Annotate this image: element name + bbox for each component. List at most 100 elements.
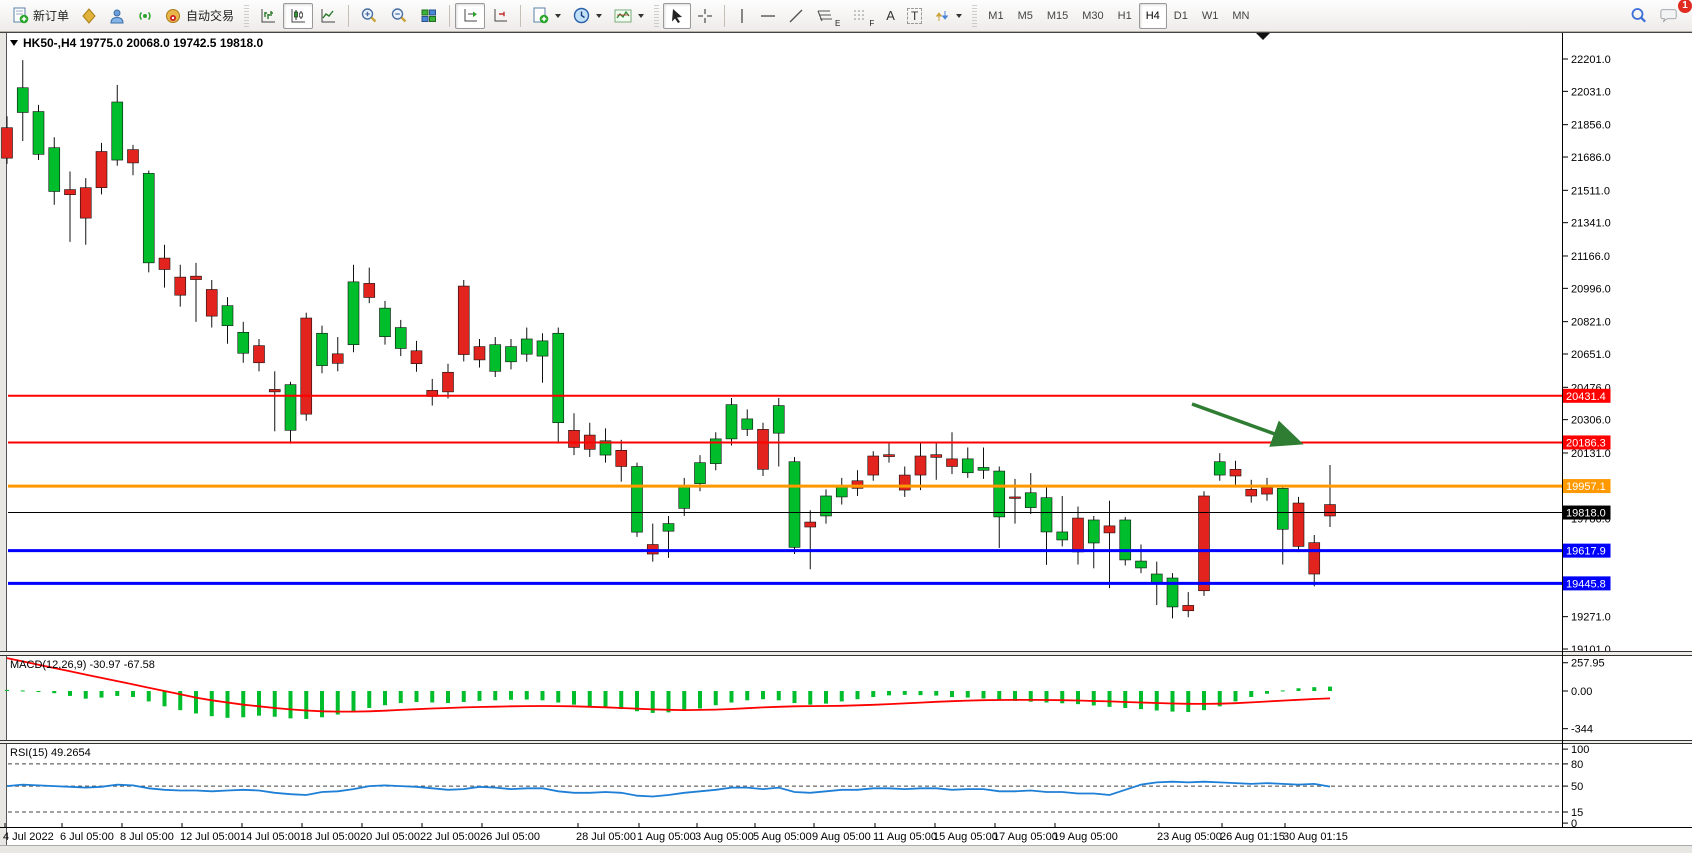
timeframe-h4[interactable]: H4 <box>1139 3 1167 29</box>
time-axis-label: 30 Aug 01:15 <box>1283 831 1348 843</box>
candle-body <box>1262 487 1273 494</box>
seal-button[interactable] <box>75 3 103 29</box>
tile-windows-button[interactable] <box>414 3 444 29</box>
candlestick-chart-button[interactable] <box>283 3 313 29</box>
new-chart-button[interactable] <box>526 3 567 29</box>
candle-body <box>1010 497 1021 499</box>
macd-histogram-bar <box>730 691 734 703</box>
autoscroll-button[interactable] <box>485 3 515 29</box>
candle-body <box>474 347 485 360</box>
chat-button[interactable]: 1 <box>1654 3 1686 29</box>
timeframe-d1[interactable]: D1 <box>1167 3 1195 29</box>
candle-body <box>663 524 674 532</box>
zoom-out-button[interactable] <box>384 3 414 29</box>
candle-body <box>789 462 800 548</box>
price-tick-label: 21511.0 <box>1571 185 1610 197</box>
candle-body <box>33 112 44 155</box>
timeframe-h1[interactable]: H1 <box>1111 3 1139 29</box>
price-tick-label: 20821.0 <box>1571 317 1611 329</box>
candle-body <box>380 308 391 337</box>
new-order-button[interactable]: 新订单 <box>6 3 75 29</box>
candle-body <box>1136 561 1147 568</box>
chat-unread-badge: 1 <box>1678 0 1692 13</box>
autotrade-button[interactable]: 自动交易 <box>159 3 240 29</box>
macd-histogram-bar <box>525 691 529 700</box>
text-tool-button[interactable]: A <box>880 3 901 29</box>
symbol-dropdown-icon[interactable] <box>10 40 18 46</box>
svg-text:19617.9: 19617.9 <box>1566 546 1606 558</box>
macd-histogram-bar <box>304 691 308 719</box>
periods-button[interactable] <box>567 3 608 29</box>
time-axis-label: 23 Aug 05:00 <box>1157 831 1222 843</box>
price-tick-label: 22201.0 <box>1571 54 1611 66</box>
chart-window-title: HK50-,H4 19775.0 20068.0 19742.5 19818.0 <box>10 36 263 50</box>
candle-body <box>1246 489 1257 496</box>
candle-body <box>238 332 249 353</box>
profile-button[interactable] <box>103 3 131 29</box>
macd-histogram-bar <box>115 691 119 696</box>
rsi-axis-label: 80 <box>1571 759 1583 771</box>
grid-icon <box>852 8 868 24</box>
candle-body <box>175 277 186 295</box>
search-button[interactable] <box>1624 3 1654 29</box>
macd-histogram-bar <box>1312 687 1316 691</box>
macd-label: MACD(12,26,9) -30.97 -67.58 <box>10 659 155 671</box>
new-chart-icon <box>532 7 549 24</box>
fibonacci-tool-button[interactable]: E <box>810 3 846 29</box>
trendline-tool-button[interactable] <box>782 3 810 29</box>
macd-histogram-bar <box>1265 691 1269 694</box>
shapes-tool-button[interactable] <box>928 3 968 29</box>
macd-histogram-bar <box>415 691 419 702</box>
cursor-tool-button[interactable] <box>663 3 691 29</box>
candle-body <box>521 339 532 354</box>
bar-chart-button[interactable] <box>253 3 283 29</box>
user-icon <box>109 8 125 24</box>
macd-histogram-bar <box>399 691 403 703</box>
candle-body <box>1151 574 1162 583</box>
candle-body <box>1104 526 1115 533</box>
candle-body <box>805 522 816 527</box>
macd-histogram-bar <box>1328 687 1332 691</box>
candle-body <box>490 345 501 372</box>
indicators-button[interactable] <box>608 3 650 29</box>
macd-histogram-bar <box>871 691 875 697</box>
timeframe-m5[interactable]: M5 <box>1011 3 1040 29</box>
candle-body <box>1120 520 1131 560</box>
candle-body <box>1230 469 1241 476</box>
toolbar-grip <box>244 5 249 27</box>
label-tool-button[interactable]: T <box>901 3 928 29</box>
tile-windows-icon <box>420 7 438 25</box>
time-axis-label: 18 Jul 05:00 <box>300 831 360 843</box>
svg-text:20186.3: 20186.3 <box>1566 437 1606 449</box>
toolbar-separator <box>724 5 725 27</box>
timeframe-mn[interactable]: MN <box>1225 3 1256 29</box>
svg-text:20431.4: 20431.4 <box>1566 391 1606 403</box>
candle-body <box>1309 543 1320 574</box>
timeframe-m1[interactable]: M1 <box>981 3 1010 29</box>
grid-f-glyph: F <box>869 19 874 28</box>
line-chart-button[interactable] <box>313 3 343 29</box>
grid-tool-button[interactable]: F <box>846 3 880 29</box>
candle-body <box>773 406 784 434</box>
timeframe-w1[interactable]: W1 <box>1195 3 1226 29</box>
macd-histogram-bar <box>289 691 293 718</box>
timeframe-m30[interactable]: M30 <box>1075 3 1110 29</box>
price-tick-label: 21686.0 <box>1571 152 1611 164</box>
zoom-in-button[interactable] <box>354 3 384 29</box>
candle-body <box>1277 488 1288 529</box>
macd-histogram-bar <box>147 691 151 701</box>
candle-body <box>222 306 233 326</box>
macd-histogram-bar <box>950 691 954 697</box>
chart-canvas[interactable]: 22201.022031.021856.021686.021511.021341… <box>0 0 1692 853</box>
macd-histogram-bar <box>163 691 167 706</box>
vertical-line-tool-button[interactable] <box>730 3 754 29</box>
news-signal-button[interactable] <box>131 3 159 29</box>
horizontal-line-tool-button[interactable] <box>754 3 782 29</box>
crosshair-tool-button[interactable] <box>691 3 719 29</box>
chart-shift-button[interactable] <box>455 3 485 29</box>
timeframe-m15[interactable]: M15 <box>1040 3 1075 29</box>
macd-histogram-bar <box>383 691 387 705</box>
timeframe-group: M1M5M15M30H1H4D1W1MN <box>981 3 1256 29</box>
candle-body <box>285 385 296 431</box>
macd-histogram-bar <box>21 690 25 691</box>
